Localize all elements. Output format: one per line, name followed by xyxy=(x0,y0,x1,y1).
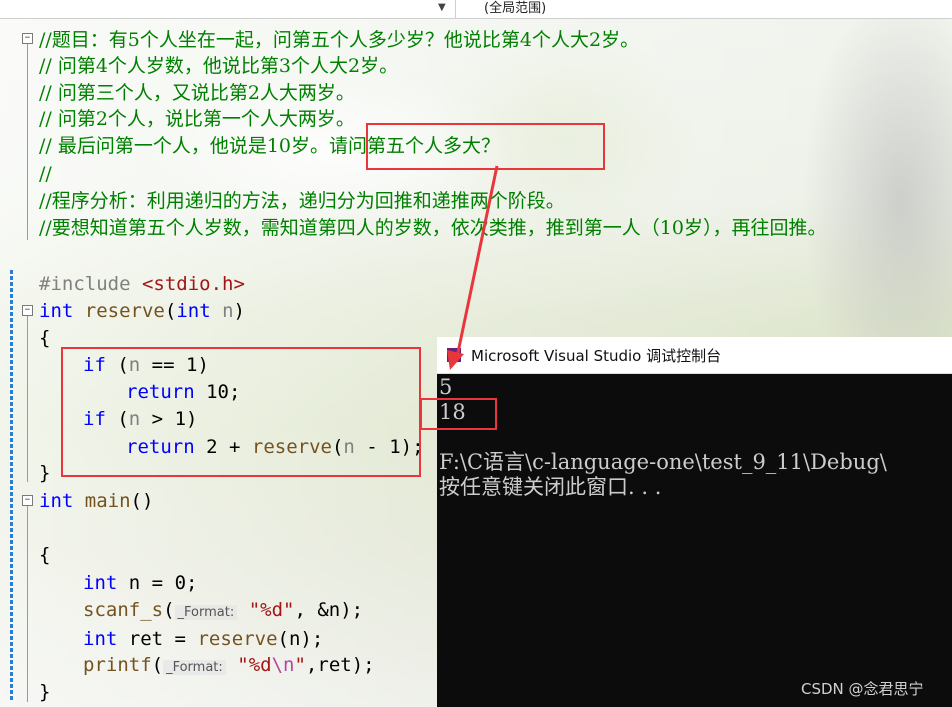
watermark: CSDN @念君思宁 xyxy=(801,680,924,698)
arrow-shaft xyxy=(454,165,499,363)
annotation-arrow-icon xyxy=(447,165,499,370)
arrow-head xyxy=(447,350,464,370)
